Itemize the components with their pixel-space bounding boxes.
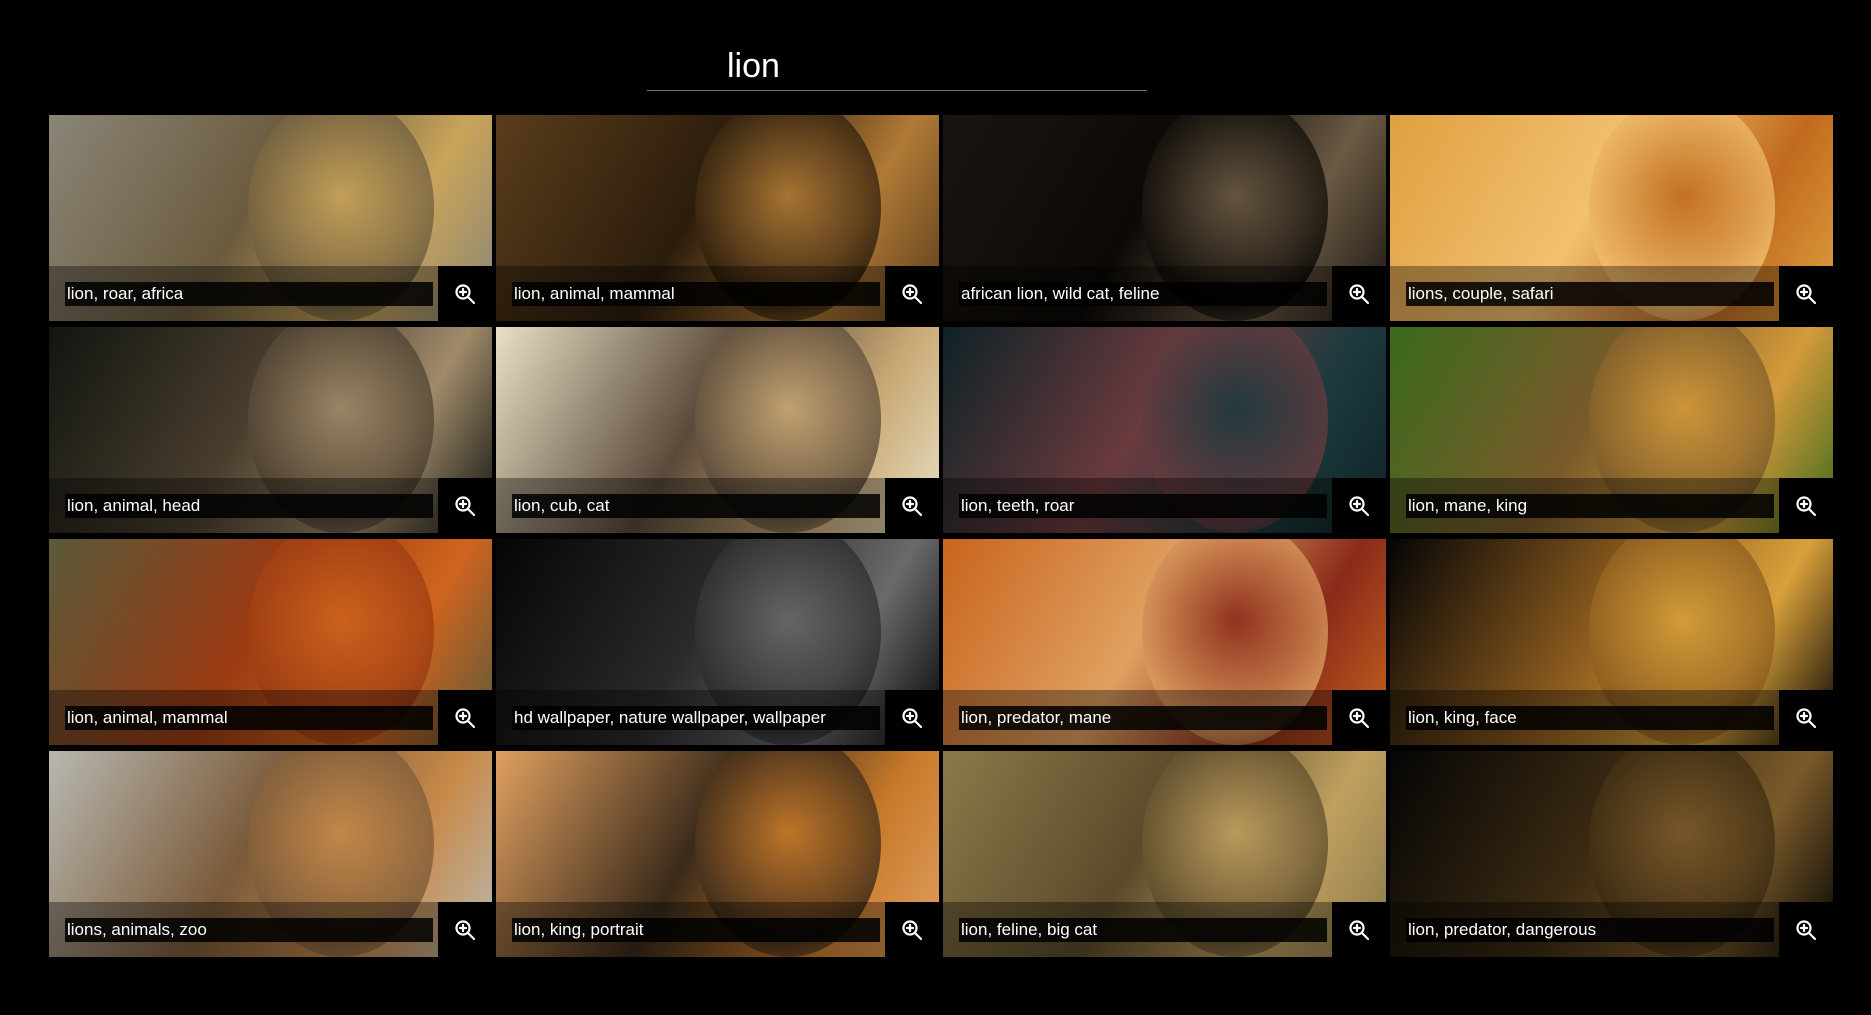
image-tags: lion, king, portrait: [512, 918, 880, 942]
image-tile[interactable]: lion, predator, mane: [943, 539, 1386, 745]
zoom-button[interactable]: [885, 478, 939, 533]
zoom-in-icon: [900, 282, 924, 306]
image-tile[interactable]: lion, roar, africa: [49, 115, 492, 321]
image-tile[interactable]: lion, animal, mammal: [496, 115, 939, 321]
zoom-button[interactable]: [1779, 266, 1833, 321]
search-box[interactable]: [647, 44, 1147, 91]
zoom-button[interactable]: [438, 690, 492, 745]
image-tags: lions, couple, safari: [1406, 282, 1774, 306]
zoom-button[interactable]: [438, 266, 492, 321]
zoom-in-icon: [900, 494, 924, 518]
zoom-in-icon: [1794, 282, 1818, 306]
zoom-in-icon: [1794, 918, 1818, 942]
zoom-button[interactable]: [1332, 266, 1386, 321]
image-tile[interactable]: lion, king, portrait: [496, 751, 939, 957]
image-tags: lion, teeth, roar: [959, 494, 1327, 518]
zoom-in-icon: [1794, 494, 1818, 518]
image-tags: hd wallpaper, nature wallpaper, wallpape…: [512, 706, 880, 730]
zoom-in-icon: [453, 918, 477, 942]
zoom-button[interactable]: [438, 902, 492, 957]
image-grid: lion, roar, africa lion, animal, mammal af…: [49, 115, 1835, 1015]
image-tile[interactable]: lion, predator, dangerous: [1390, 751, 1833, 957]
image-tile[interactable]: lion, animal, head: [49, 327, 492, 533]
image-tile[interactable]: lion, teeth, roar: [943, 327, 1386, 533]
zoom-in-icon: [453, 494, 477, 518]
zoom-in-icon: [1347, 706, 1371, 730]
zoom-in-icon: [900, 918, 924, 942]
zoom-in-icon: [1347, 494, 1371, 518]
image-tile[interactable]: african lion, wild cat, feline: [943, 115, 1386, 321]
image-tile[interactable]: lion, mane, king: [1390, 327, 1833, 533]
zoom-button[interactable]: [1332, 478, 1386, 533]
image-tile[interactable]: hd wallpaper, nature wallpaper, wallpape…: [496, 539, 939, 745]
image-tags: lion, animal, head: [65, 494, 433, 518]
zoom-button[interactable]: [885, 266, 939, 321]
image-tags: lion, animal, mammal: [65, 706, 433, 730]
image-tags: lion, predator, dangerous: [1406, 918, 1774, 942]
zoom-in-icon: [900, 706, 924, 730]
image-tags: lion, mane, king: [1406, 494, 1774, 518]
image-tags: african lion, wild cat, feline: [959, 282, 1327, 306]
image-tags: lion, feline, big cat: [959, 918, 1327, 942]
image-tile[interactable]: lion, king, face: [1390, 539, 1833, 745]
image-tags: lion, animal, mammal: [512, 282, 880, 306]
image-tags: lions, animals, zoo: [65, 918, 433, 942]
image-tags: lion, predator, mane: [959, 706, 1327, 730]
image-tile[interactable]: lion, feline, big cat: [943, 751, 1386, 957]
zoom-in-icon: [1347, 282, 1371, 306]
image-tile[interactable]: lion, animal, mammal: [49, 539, 492, 745]
image-tile[interactable]: lion, cub, cat: [496, 327, 939, 533]
zoom-in-icon: [453, 282, 477, 306]
zoom-button[interactable]: [1779, 690, 1833, 745]
image-tags: lion, king, face: [1406, 706, 1774, 730]
image-tile[interactable]: lions, animals, zoo: [49, 751, 492, 957]
zoom-button[interactable]: [1332, 902, 1386, 957]
zoom-button[interactable]: [1779, 478, 1833, 533]
zoom-button[interactable]: [1332, 690, 1386, 745]
zoom-button[interactable]: [1779, 902, 1833, 957]
zoom-button[interactable]: [885, 690, 939, 745]
zoom-in-icon: [1794, 706, 1818, 730]
zoom-button[interactable]: [438, 478, 492, 533]
image-tags: lion, roar, africa: [65, 282, 433, 306]
zoom-in-icon: [1347, 918, 1371, 942]
zoom-button[interactable]: [885, 902, 939, 957]
search-input[interactable]: [647, 44, 1147, 88]
image-tile[interactable]: lions, couple, safari: [1390, 115, 1833, 321]
zoom-in-icon: [453, 706, 477, 730]
image-tags: lion, cub, cat: [512, 494, 880, 518]
